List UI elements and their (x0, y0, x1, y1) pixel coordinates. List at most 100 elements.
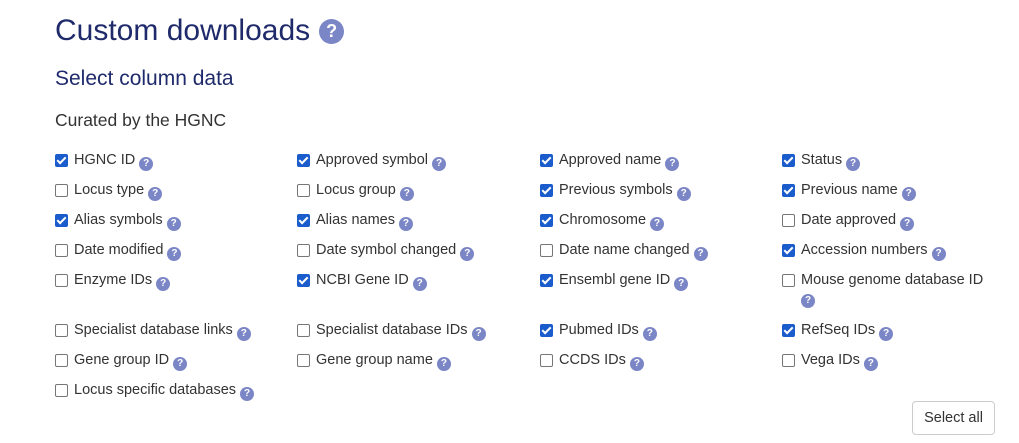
question-circle-icon[interactable]: ? (240, 387, 255, 401)
option-checkbox[interactable] (540, 274, 553, 287)
option-label[interactable]: Date approved (801, 212, 896, 228)
option-text: Approved name? (559, 150, 680, 171)
option-checkbox[interactable] (540, 324, 553, 337)
option-label[interactable]: Pubmed IDs (559, 322, 639, 338)
option-checkbox[interactable] (297, 154, 310, 167)
question-circle-icon[interactable]: ? (863, 357, 878, 371)
option-label[interactable]: Enzyme IDs (74, 272, 152, 288)
option-checkbox[interactable] (782, 324, 795, 337)
option-label[interactable]: Specialist database links (74, 322, 233, 338)
question-circle-icon[interactable]: ? (650, 217, 665, 231)
option-label[interactable]: Vega IDs (801, 352, 860, 368)
question-circle-icon[interactable]: ? (846, 157, 861, 171)
question-circle-icon[interactable]: ? (801, 294, 815, 308)
option-checkbox[interactable] (540, 354, 553, 367)
option-text: NCBI Gene ID? (316, 270, 427, 291)
option-label[interactable]: CCDS IDs (559, 352, 626, 368)
option-label[interactable]: Gene group ID (74, 352, 169, 368)
option-checkbox[interactable] (540, 154, 553, 167)
option-checkbox[interactable] (540, 244, 553, 257)
question-circle-icon[interactable]: ? (139, 157, 154, 171)
question-circle-icon[interactable]: ? (900, 217, 915, 231)
question-circle-icon[interactable]: ? (432, 157, 447, 171)
option-item: Approved name? (540, 150, 782, 180)
option-checkbox[interactable] (55, 384, 68, 397)
option-checkbox[interactable] (55, 214, 68, 227)
option-label[interactable]: Alias names (316, 212, 395, 228)
question-circle-icon[interactable]: ? (412, 277, 427, 291)
option-checkbox[interactable] (782, 354, 795, 367)
option-label[interactable]: NCBI Gene ID (316, 272, 409, 288)
question-circle-icon[interactable]: ? (156, 277, 171, 291)
option-label[interactable]: Previous name (801, 182, 898, 198)
question-circle-icon[interactable]: ? (693, 247, 708, 261)
option-label[interactable]: Locus group (316, 182, 396, 198)
option-label[interactable]: Accession numbers (801, 242, 928, 258)
question-circle-icon[interactable]: ? (167, 247, 182, 261)
option-checkbox[interactable] (782, 184, 795, 197)
option-checkbox[interactable] (55, 154, 68, 167)
option-item: Alias symbols? (55, 210, 297, 240)
option-label[interactable]: Specialist database IDs (316, 322, 468, 338)
option-label[interactable]: Date modified (74, 242, 163, 258)
question-circle-icon[interactable]: ? (629, 357, 644, 371)
option-checkbox[interactable] (782, 274, 795, 287)
option-label[interactable]: Locus specific databases (74, 382, 236, 398)
question-circle-icon[interactable]: ? (676, 187, 691, 201)
question-circle-icon[interactable]: ? (460, 247, 475, 261)
option-item: Gene group name? (297, 350, 540, 380)
option-checkbox[interactable] (297, 324, 310, 337)
select-all-button[interactable]: Select all (912, 401, 995, 435)
option-checkbox[interactable] (297, 184, 310, 197)
question-circle-icon[interactable]: ? (642, 327, 657, 341)
option-label[interactable]: Previous symbols (559, 182, 673, 198)
question-circle-icon[interactable]: ? (901, 187, 916, 201)
option-checkbox[interactable] (55, 184, 68, 197)
option-checkbox[interactable] (55, 274, 68, 287)
option-label[interactable]: Date symbol changed (316, 242, 456, 258)
option-label[interactable]: Approved symbol (316, 152, 428, 168)
option-label[interactable]: RefSeq IDs (801, 322, 875, 338)
option-label[interactable]: HGNC ID (74, 152, 135, 168)
option-item: Date approved? (782, 210, 1005, 240)
question-circle-icon[interactable]: ? (166, 217, 181, 231)
question-circle-icon[interactable]: ? (674, 277, 689, 291)
option-checkbox[interactable] (782, 214, 795, 227)
option-item: Vega IDs? (782, 350, 1005, 380)
question-circle-icon[interactable]: ? (665, 157, 680, 171)
option-label[interactable]: Date name changed (559, 242, 690, 258)
option-label[interactable]: Gene group name (316, 352, 433, 368)
question-circle-icon[interactable]: ? (236, 327, 251, 341)
option-label[interactable]: Mouse genome database ID (801, 272, 983, 288)
question-circle-icon[interactable]: ? (319, 18, 345, 44)
option-text: Alias names? (316, 210, 413, 231)
option-checkbox[interactable] (297, 214, 310, 227)
question-circle-icon[interactable]: ? (436, 357, 451, 371)
option-checkbox[interactable] (782, 244, 795, 257)
option-checkbox[interactable] (55, 324, 68, 337)
option-checkbox[interactable] (297, 354, 310, 367)
option-checkbox[interactable] (540, 184, 553, 197)
option-item: RefSeq IDs? (782, 320, 1005, 350)
option-checkbox[interactable] (55, 244, 68, 257)
option-checkbox[interactable] (297, 274, 310, 287)
question-circle-icon[interactable]: ? (173, 357, 188, 371)
question-circle-icon[interactable]: ? (931, 247, 946, 261)
option-label[interactable]: Chromosome (559, 212, 646, 228)
option-label[interactable]: Alias symbols (74, 212, 163, 228)
question-circle-icon[interactable]: ? (471, 327, 486, 341)
option-text: Locus group? (316, 180, 414, 201)
question-circle-icon[interactable]: ? (398, 217, 413, 231)
question-circle-icon[interactable]: ? (399, 187, 414, 201)
option-label[interactable]: Status (801, 152, 842, 168)
question-circle-icon[interactable]: ? (879, 327, 894, 341)
option-checkbox[interactable] (55, 354, 68, 367)
option-item: Accession numbers? (782, 240, 1005, 270)
question-circle-icon[interactable]: ? (148, 187, 163, 201)
option-checkbox[interactable] (782, 154, 795, 167)
option-label[interactable]: Ensembl gene ID (559, 272, 670, 288)
option-label[interactable]: Locus type (74, 182, 144, 198)
option-checkbox[interactable] (297, 244, 310, 257)
option-checkbox[interactable] (540, 214, 553, 227)
option-label[interactable]: Approved name (559, 152, 661, 168)
